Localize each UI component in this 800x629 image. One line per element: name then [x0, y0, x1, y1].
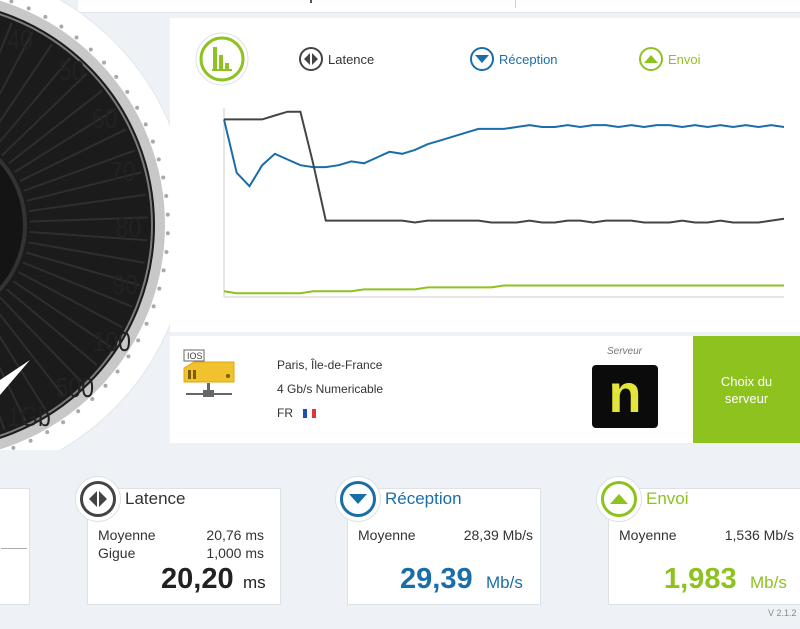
gauge-label-80: 80	[116, 213, 142, 244]
chart-panel: Latence Réception Envoi	[170, 18, 800, 332]
speed-card-partial	[0, 488, 30, 605]
gauge-label-90: 90	[112, 270, 138, 301]
gauge-label-1gb: 1Gb	[7, 402, 50, 433]
top-bar-mark	[310, 0, 312, 3]
download-card-title: Réception	[385, 489, 462, 508]
download-icon	[470, 47, 494, 71]
latency-card-header: Latence	[75, 476, 186, 522]
upload-icon	[639, 47, 663, 71]
isp-server-icon: IOS	[183, 349, 235, 397]
server-country: FR	[277, 406, 316, 420]
gauge-dot	[161, 268, 166, 273]
download-card-icon	[335, 476, 381, 522]
latency-big-value: 20,20	[161, 563, 234, 595]
flag-fr-icon	[303, 408, 316, 418]
gauge-dot	[28, 438, 33, 443]
download-big-unit: Mb/s	[486, 573, 523, 592]
gauge-label-70: 70	[110, 157, 136, 188]
legend-download-label: Réception	[499, 51, 558, 67]
gauge-label-50: 50	[59, 56, 85, 87]
gauge-dot	[88, 47, 93, 52]
partial-card-line	[1, 548, 27, 549]
latency-avg-label: Moyenne	[98, 527, 156, 543]
gauge-dot	[156, 157, 161, 162]
bar-chart-icon	[195, 32, 249, 86]
latency-icon	[299, 47, 323, 71]
server-location: Paris, Île-de-France	[277, 358, 383, 372]
download-avg-label: Moyenne	[358, 527, 416, 543]
gauge-dot	[76, 409, 81, 414]
upload-big-unit: Mb/s	[750, 573, 787, 592]
gauge-dot	[135, 105, 140, 110]
upload-card-icon	[596, 476, 642, 522]
gauge-label-40: 40	[7, 25, 33, 56]
gauge-dot	[11, 445, 16, 450]
latency-big-unit: ms	[243, 573, 266, 592]
gauge-dot	[61, 420, 66, 425]
gauge-dot	[115, 369, 120, 374]
gauge-dot	[43, 14, 48, 19]
legend-upload-label: Envoi	[668, 51, 701, 67]
choose-server-button[interactable]: Choix du serveur	[693, 336, 800, 443]
legend-download[interactable]: Réception	[470, 47, 558, 71]
top-bar-separator	[515, 0, 516, 8]
latency-jitter-value: 1,000 ms	[206, 545, 264, 561]
gauge-dot	[151, 304, 156, 309]
latency-card-title: Latence	[125, 489, 186, 508]
server-logo-letter: n	[608, 363, 642, 424]
upload-card-header: Envoi	[596, 476, 689, 522]
choose-server-label: Choix du serveur	[720, 373, 773, 406]
gauge-dot	[164, 249, 169, 254]
gauge-label-60: 60	[92, 104, 118, 135]
isp-badge-text: IOS	[187, 351, 203, 361]
gauge-dot	[114, 74, 119, 79]
upload-card-title: Envoi	[646, 489, 689, 508]
gauge-dot	[26, 6, 31, 11]
version-label: V 2.1.2	[768, 608, 797, 618]
legend-latency[interactable]: Latence	[299, 47, 374, 71]
upload-series-line	[223, 284, 784, 295]
legend-upload[interactable]: Envoi	[639, 47, 701, 71]
gauge-dot	[144, 321, 149, 326]
legend-latency-label: Latence	[328, 51, 375, 67]
gauge-dot	[74, 35, 79, 40]
latency-avg-value: 20,76 ms	[206, 527, 264, 543]
gauge-dot	[150, 139, 155, 144]
gauge-label-100: 100	[93, 327, 131, 358]
gauge-dot	[164, 193, 169, 198]
download-card-header: Réception	[335, 476, 462, 522]
gauge-dot	[143, 122, 148, 127]
upload-big-value: 1,983	[664, 563, 737, 595]
download-big-value: 29,39	[400, 563, 473, 595]
gauge-dot	[102, 60, 107, 65]
server-panel: IOS Paris, Île-de-France 4 Gb/s Numerica…	[170, 336, 800, 443]
server-logo: n	[592, 365, 658, 428]
gauge-dot	[136, 338, 141, 343]
download-avg-value: 28,39 Mb/s	[463, 527, 533, 543]
gauge-dot	[161, 175, 166, 180]
latency-card-icon	[75, 476, 121, 522]
server-isp: 4 Gb/s Numericable	[277, 382, 384, 396]
upload-avg-label: Moyenne	[619, 527, 677, 543]
gauge-dot	[157, 286, 162, 291]
gauge-dot	[103, 383, 108, 388]
server-country-code: FR	[277, 406, 293, 420]
download-series-line	[223, 119, 785, 188]
gauge-label-500: 500	[56, 373, 94, 404]
latency-jitter-label: Gigue	[98, 545, 136, 561]
gauge-dot	[59, 24, 64, 29]
upload-avg-value: 1,536 Mb/s	[724, 527, 794, 543]
server-section-label: Serveur	[607, 346, 643, 357]
gauge-dot	[125, 89, 130, 94]
